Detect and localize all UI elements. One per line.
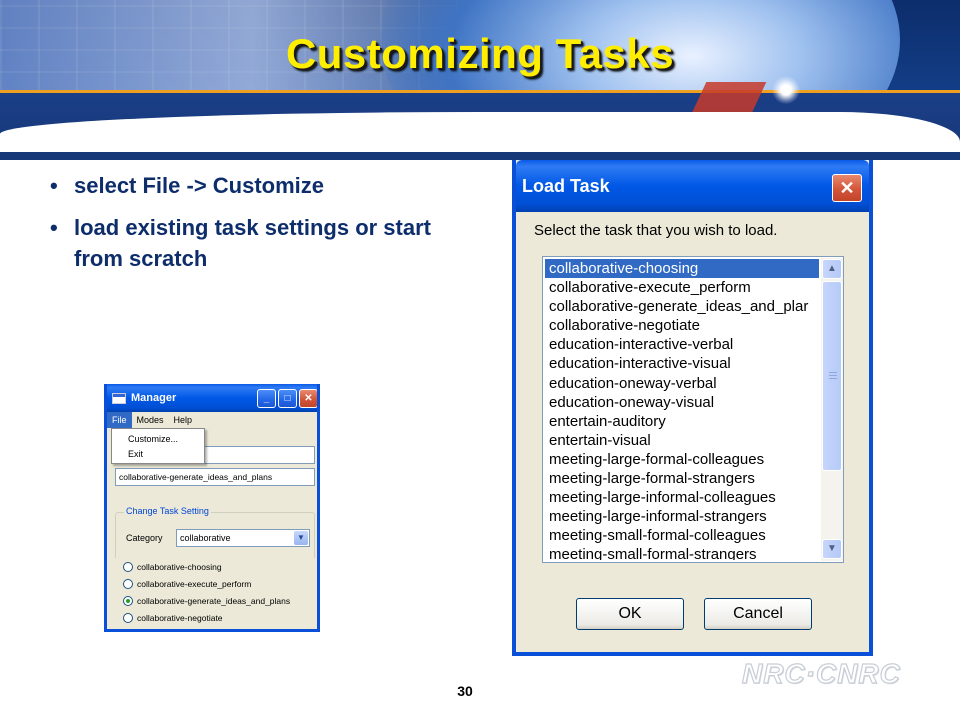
task-list: collaborative-choosing collaborative-exec… bbox=[545, 259, 819, 560]
radio-option[interactable]: collaborative-choosing bbox=[115, 558, 315, 575]
bullet-item: • load existing task settings or start f… bbox=[50, 212, 470, 274]
radio-option[interactable]: collaborative-negotiate bbox=[115, 609, 315, 626]
list-item[interactable]: meeting-large-informal-colleagues bbox=[545, 488, 819, 507]
list-item[interactable]: meeting-large-informal-strangers bbox=[545, 507, 819, 526]
sparkle-icon bbox=[772, 76, 800, 104]
maximize-button[interactable]: □ bbox=[278, 389, 297, 408]
load-task-dialog: Load Task ✕ Select the task that you wis… bbox=[512, 160, 873, 656]
menu-item-exit[interactable]: Exit bbox=[112, 447, 204, 462]
list-item[interactable]: meeting-small-formal-colleagues bbox=[545, 526, 819, 545]
menu-item-customize[interactable]: Customize... bbox=[112, 432, 204, 447]
nrc-cnrc-logo: NRC·CNRC bbox=[741, 657, 901, 689]
list-item[interactable]: collaborative-generate_ideas_and_plar bbox=[545, 297, 819, 316]
bullet-dot-icon: • bbox=[50, 215, 58, 240]
radio-label: collaborative-generate_ideas_and_plans bbox=[137, 595, 291, 606]
cancel-button[interactable]: Cancel bbox=[704, 598, 812, 630]
minimize-button[interactable]: _ bbox=[257, 389, 276, 408]
scroll-down-icon[interactable]: ▼ bbox=[822, 539, 842, 559]
manager-window: Manager _ □ ✕ File Modes Help Customize.… bbox=[104, 384, 320, 632]
list-item[interactable]: education-interactive-verbal bbox=[545, 335, 819, 354]
dialog-prompt: Select the task that you wish to load. bbox=[534, 222, 778, 239]
menu-help[interactable]: Help bbox=[169, 412, 198, 428]
task-listbox[interactable]: collaborative-choosing collaborative-exec… bbox=[542, 256, 844, 563]
task-radio-list: collaborative-choosing collaborative-exe… bbox=[115, 558, 315, 629]
list-item[interactable]: education-oneway-visual bbox=[545, 393, 819, 412]
vertical-scrollbar[interactable]: ▲ ▼ bbox=[821, 258, 843, 561]
category-select[interactable]: collaborative ▼ bbox=[176, 529, 310, 547]
radio-label: collaborative-execute_perform bbox=[137, 578, 252, 589]
manager-title: Manager bbox=[131, 392, 177, 404]
dialog-title-bar[interactable]: Load Task bbox=[516, 160, 869, 212]
close-button[interactable]: ✕ bbox=[299, 389, 317, 408]
menu-modes[interactable]: Modes bbox=[132, 412, 169, 428]
dialog-close-button[interactable]: ✕ bbox=[832, 174, 862, 202]
bullet-dot-icon: • bbox=[50, 173, 58, 198]
list-item[interactable]: collaborative-negotiate bbox=[545, 316, 819, 335]
file-menu-dropdown: Customize... Exit bbox=[111, 428, 205, 464]
list-item[interactable]: meeting-large-formal-strangers bbox=[545, 469, 819, 488]
radio-label: collaborative-negotiate bbox=[137, 612, 223, 623]
list-item[interactable]: entertain-auditory bbox=[545, 412, 819, 431]
slide-title: Customizing Tasks bbox=[285, 30, 675, 77]
radio-option[interactable]: collaborative-execute_perform bbox=[115, 575, 315, 592]
list-item-selected[interactable]: collaborative-choosing bbox=[545, 259, 819, 279]
category-value: collaborative bbox=[180, 533, 231, 543]
scroll-thumb[interactable] bbox=[822, 281, 842, 471]
chevron-down-icon[interactable]: ▼ bbox=[294, 531, 308, 545]
page-number: 30 bbox=[457, 683, 473, 699]
bullet-list: • select File -> Customize • load existi… bbox=[50, 170, 470, 285]
task-field[interactable]: collaborative-generate_ideas_and_plans bbox=[115, 468, 315, 486]
bullet-item: • select File -> Customize bbox=[50, 170, 470, 201]
scroll-up-icon[interactable]: ▲ bbox=[822, 259, 842, 279]
menu-file[interactable]: File bbox=[107, 412, 132, 428]
group-label: Change Task Setting bbox=[124, 506, 211, 516]
header-banner bbox=[0, 0, 960, 160]
ok-button[interactable]: OK bbox=[576, 598, 684, 630]
radio-button[interactable] bbox=[123, 578, 133, 589]
scroll-grip-icon bbox=[829, 372, 837, 380]
list-item[interactable]: collaborative-execute_perform bbox=[545, 278, 819, 297]
window-app-icon bbox=[112, 392, 126, 404]
list-item[interactable]: meeting-small-formal-strangers bbox=[545, 545, 819, 560]
category-label: Category bbox=[126, 533, 163, 543]
list-item[interactable]: meeting-large-formal-colleagues bbox=[545, 450, 819, 469]
radio-button-selected[interactable] bbox=[123, 595, 133, 606]
dialog-title: Load Task bbox=[522, 175, 610, 196]
list-item[interactable]: education-oneway-verbal bbox=[545, 374, 819, 393]
radio-label: collaborative-choosing bbox=[137, 561, 222, 572]
banner-white-curve bbox=[0, 112, 960, 152]
radio-option[interactable]: collaborative-generate_ideas_and_plans bbox=[115, 592, 315, 609]
radio-button[interactable] bbox=[123, 612, 133, 623]
list-item[interactable]: entertain-visual bbox=[545, 431, 819, 450]
menu-bar: File Modes Help bbox=[107, 412, 317, 428]
radio-button[interactable] bbox=[123, 561, 133, 572]
list-item[interactable]: education-interactive-visual bbox=[545, 354, 819, 373]
bullet-text: select File -> Customize bbox=[74, 173, 325, 198]
bullet-text: load existing task settings or start fro… bbox=[74, 215, 431, 271]
